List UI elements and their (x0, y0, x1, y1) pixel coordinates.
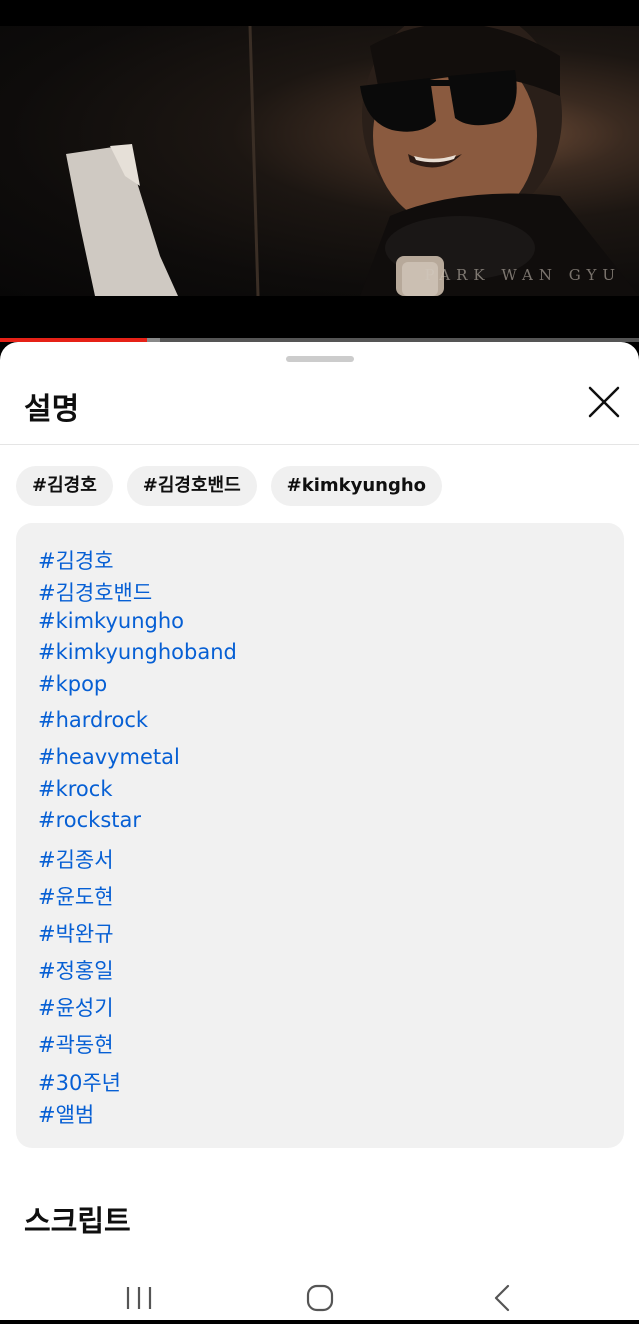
hashtag-chips: #김경호 #김경호밴드 #kimkyungho (16, 466, 443, 506)
hashtag-link[interactable]: #곽동현 (38, 1029, 114, 1059)
hashtag-link[interactable]: #krock (38, 777, 112, 801)
description-sheet: 설명 #김경호 #김경호밴드 #kimkyungho #김경호 #김경호밴드 #… (0, 342, 639, 1320)
hashtag-link[interactable]: #윤도현 (38, 881, 114, 911)
hashtag-chip[interactable]: #kimkyungho (270, 466, 443, 506)
hashtag-link[interactable]: #kimkyungho (38, 609, 184, 633)
close-button[interactable] (582, 380, 626, 424)
hashtag-chip[interactable]: #김경호밴드 (126, 466, 257, 506)
hashtag-link[interactable]: #김경호 (38, 545, 114, 575)
hashtag-chip[interactable]: #김경호 (16, 466, 113, 506)
sheet-title: 설명 (24, 392, 80, 427)
hashtag-link[interactable]: #kimkyunghoband (38, 640, 237, 664)
hashtag-link[interactable]: #박완규 (38, 918, 114, 948)
video-watermark: PARK WAN GYU (424, 266, 621, 284)
video-frame[interactable]: PARK WAN GYU (0, 26, 639, 296)
hashtag-link[interactable]: #앨범 (38, 1099, 94, 1129)
header-divider (0, 444, 639, 445)
hashtag-link[interactable]: #김종서 (38, 844, 114, 874)
system-navigation-bar (0, 1264, 639, 1320)
transcript-section-title: 스크립트 (24, 1204, 131, 1238)
description-box: #김경호 #김경호밴드 #kimkyungho #kimkyunghoband … (16, 523, 624, 1148)
sheet-drag-handle[interactable] (286, 356, 354, 362)
hashtag-link[interactable]: #kpop (38, 672, 107, 696)
home-button[interactable] (280, 1264, 360, 1320)
hashtag-link[interactable]: #정홍일 (38, 955, 114, 985)
hashtag-link[interactable]: #김경호밴드 (38, 577, 152, 607)
hashtag-link[interactable]: #rockstar (38, 808, 141, 832)
close-icon (588, 386, 620, 418)
recent-apps-icon (126, 1287, 152, 1309)
back-icon (494, 1284, 510, 1312)
hashtag-link[interactable]: #heavymetal (38, 745, 180, 769)
hashtag-link[interactable]: #30주년 (38, 1067, 121, 1097)
back-button[interactable] (462, 1264, 542, 1320)
hashtag-link[interactable]: #윤성기 (38, 992, 114, 1022)
recent-apps-button[interactable] (99, 1264, 179, 1320)
home-icon (306, 1284, 334, 1312)
video-still-image (66, 26, 639, 296)
hashtag-link[interactable]: #hardrock (38, 708, 148, 732)
video-player[interactable]: PARK WAN GYU (0, 0, 639, 342)
